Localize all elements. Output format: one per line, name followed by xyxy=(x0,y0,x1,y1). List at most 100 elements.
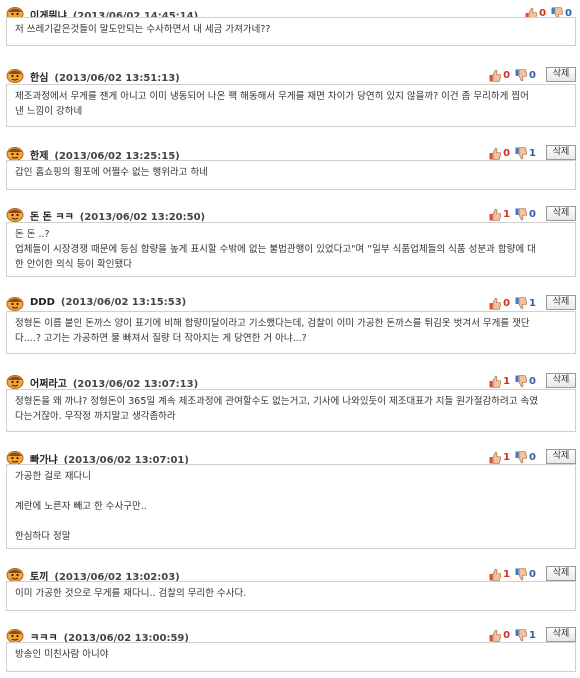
comment-item: 어쩌라고 (2013/06/02 13:07:13) 1 0 삭제 정형돈을 왜 까냐? … xyxy=(0,372,580,432)
vote-box: 10 xyxy=(489,207,536,221)
comment-line xyxy=(15,514,569,529)
comment-line: 낸 느낌이 강하네 xyxy=(15,106,83,117)
comment-body: 정형돈 이름 붙인 돈까스 양이 표기에 비해 함량미달이라고 기소했다는데, … xyxy=(6,311,576,354)
comment-item: 토끼 (2013/06/02 13:02:03) 1 0 삭제 이미 가공한 것으로 무게… xyxy=(0,565,580,611)
comment-date: (2013/06/02 13:51:13) xyxy=(54,73,180,84)
avatar-icon xyxy=(6,67,24,83)
vote-box: 00 xyxy=(489,68,536,82)
thumbs-up-icon[interactable] xyxy=(489,451,502,464)
downvote-count: 0 xyxy=(529,375,536,387)
upvote-count: 1 xyxy=(503,375,511,387)
downvote-count: 1 xyxy=(529,297,536,309)
downvote-count: 0 xyxy=(529,568,536,580)
comment-body: 저 쓰레기같은것들이 말도안되는 수사하면서 내 세금 가져가네?? xyxy=(6,17,576,46)
downvote-count: 0 xyxy=(529,69,536,81)
upvote-count: 0 xyxy=(503,629,511,641)
comment-line: 업체들이 시장경쟁 때문에 등심 함량을 높게 표시할 수밖에 없는 불법관행이… xyxy=(15,244,536,255)
avatar-icon xyxy=(6,566,24,582)
comment-item: 한심 (2013/06/02 13:51:13) 0 0 삭제 제조과정에서 무게를 잰게… xyxy=(0,66,580,127)
comment-line: 한 안이한 의식 등이 확인됐다 xyxy=(15,259,132,270)
author-name: DDD xyxy=(30,297,55,308)
avatar-icon xyxy=(6,373,24,389)
downvote-count: 1 xyxy=(529,147,536,159)
comment-body: 갑인 홈쇼핑의 횡포에 어쩔수 없는 행위라고 하네 xyxy=(6,160,576,190)
thumbs-up-icon[interactable] xyxy=(489,208,502,221)
upvote-count: 1 xyxy=(503,451,511,463)
thumbs-down-icon[interactable] xyxy=(515,146,527,160)
delete-button[interactable]: 삭제 xyxy=(546,67,576,82)
thumbs-up-icon[interactable] xyxy=(489,568,502,581)
comment-line: 정형돈을 왜 까냐? 정형돈이 365일 계속 제조과정에 관여할수도 없는거고… xyxy=(15,396,538,407)
delete-button[interactable]: 삭제 xyxy=(546,449,576,464)
thumbs-down-icon[interactable] xyxy=(515,567,527,581)
comment-author: DDD (2013/06/02 13:15:53) xyxy=(30,297,186,308)
downvote-count: 0 xyxy=(529,451,536,463)
vote-box: 10 xyxy=(489,450,536,464)
comment-header: 한심 (2013/06/02 13:51:13) 0 0 삭제 xyxy=(6,66,576,86)
delete-button[interactable]: 삭제 xyxy=(546,627,576,642)
thumbs-down-icon[interactable] xyxy=(515,68,527,82)
thumbs-up-icon[interactable] xyxy=(489,629,502,642)
upvote-count: 1 xyxy=(503,568,511,580)
comment-item: DDD (2013/06/02 13:15:53) 0 1 삭제 정형돈 이름 붙인 돈까… xyxy=(0,294,580,354)
comment-line: 이미 가공한 것으로 무게를 재다니.. 검찰의 무리한 수사다. xyxy=(15,588,247,599)
comment-body: 방송인 미친사람 아니야 xyxy=(6,642,576,672)
comment-body: 정형돈을 왜 까냐? 정형돈이 365일 계속 제조과정에 관여할수도 없는거고… xyxy=(6,389,576,432)
vote-box: 10 xyxy=(489,374,536,388)
author-name: 한심 xyxy=(30,73,49,84)
comment-line xyxy=(15,484,569,499)
comment-line: 한심하다 정말 xyxy=(15,531,71,542)
vote-box: 01 xyxy=(489,296,536,310)
upvote-count: 0 xyxy=(503,297,511,309)
comment-line: 제조과정에서 무게를 잰게 아니고 이미 냉동되어 나온 팩 해동해서 무게를 … xyxy=(15,91,529,102)
thumbs-up-icon[interactable] xyxy=(489,297,502,310)
comment-line: 가공한 걸로 재다니 xyxy=(15,471,91,482)
thumbs-up-icon[interactable] xyxy=(489,147,502,160)
thumbs-down-icon[interactable] xyxy=(515,628,527,642)
comment-line: 다....? 고기는 가공하면 물 빠져서 질량 더 작아지는 게 당연한 거 … xyxy=(15,333,307,344)
comment-item: 이게뭐냐(2013/06/02 14:45:14)00저 쓰레기같은것들이 말도… xyxy=(0,4,580,46)
delete-button[interactable]: 삭제 xyxy=(546,295,576,310)
comment-body: 제조과정에서 무게를 잰게 아니고 이미 냉동되어 나온 팩 해동해서 무게를 … xyxy=(6,84,576,127)
comment-item: 빠가냐 (2013/06/02 13:07:01) 1 0 삭제 가공한 걸로 재다니 계란… xyxy=(0,448,580,549)
comment-item: 한제 (2013/06/02 13:25:15) 0 1 삭제 갑인 홈쇼핑의 횡포에 어… xyxy=(0,144,580,190)
comment-date: (2013/06/02 13:15:53) xyxy=(60,297,187,308)
vote-box: 01 xyxy=(489,628,536,642)
thumbs-down-icon[interactable] xyxy=(515,207,527,221)
comment-body: 가공한 걸로 재다니계란에 노른자 빼고 한 수사구만.. 한심하다 정말 xyxy=(6,464,576,549)
comment-line: 다는거잖아. 무작정 까지말고 생각좀하라 xyxy=(15,411,176,422)
delete-button[interactable]: 삭제 xyxy=(546,145,576,160)
comment-author: 어쩌라고 (2013/06/02 13:07:13) xyxy=(30,375,198,390)
comment-line: 돈 돈 ..? xyxy=(15,229,50,240)
thumbs-down-icon[interactable] xyxy=(515,374,527,388)
upvote-count: 1 xyxy=(503,208,511,220)
comment-body: 이미 가공한 것으로 무게를 재다니.. 검찰의 무리한 수사다. xyxy=(6,581,576,611)
vote-box: 10 xyxy=(489,567,536,581)
delete-button[interactable]: 삭제 xyxy=(546,206,576,221)
delete-button[interactable]: 삭제 xyxy=(546,373,576,388)
thumbs-down-icon[interactable] xyxy=(515,450,527,464)
comment-line: 갑인 홈쇼핑의 횡포에 어쩔수 없는 행위라고 하네 xyxy=(15,167,208,178)
thumbs-up-icon[interactable] xyxy=(489,69,502,82)
comment-line: 저 쓰레기같은것들이 말도안되는 수사하면서 내 세금 가져가네?? xyxy=(15,24,271,35)
thumbs-up-icon[interactable] xyxy=(489,375,502,388)
comment-author: 한심 (2013/06/02 13:51:13) xyxy=(30,69,180,84)
comment-line: 방송인 미친사람 아니야 xyxy=(15,649,109,660)
comment-line: 정형돈 이름 붙인 돈까스 양이 표기에 비해 함량미달이라고 기소했다는데, … xyxy=(15,318,530,329)
delete-button[interactable]: 삭제 xyxy=(546,566,576,581)
downvote-count: 0 xyxy=(529,208,536,220)
thumbs-down-icon[interactable] xyxy=(515,296,527,310)
vote-box: 01 xyxy=(489,146,536,160)
comment-author: 돈 돈 ㅋㅋ (2013/06/02 13:20:50) xyxy=(30,208,205,223)
comment-line: 계란에 노른자 빼고 한 수사구만.. xyxy=(15,501,147,512)
avatar-icon xyxy=(6,295,24,311)
avatar-icon xyxy=(6,145,24,161)
downvote-count: 1 xyxy=(529,629,536,641)
comment-list: 이게뭐냐(2013/06/02 14:45:14)00저 쓰레기같은것들이 말도… xyxy=(0,0,580,678)
avatar-icon xyxy=(6,449,24,465)
avatar-icon xyxy=(6,627,24,643)
avatar-icon xyxy=(6,206,24,222)
comment-item: 돈 돈 ㅋㅋ (2013/06/02 13:20:50) 1 0 삭제 돈 돈 ..? 업체… xyxy=(0,205,580,277)
comment-item: ㅋㅋㅋ (2013/06/02 13:00:59) 0 1 삭제 방송인 미친사람 아니야 xyxy=(0,626,580,672)
upvote-count: 0 xyxy=(503,69,511,81)
